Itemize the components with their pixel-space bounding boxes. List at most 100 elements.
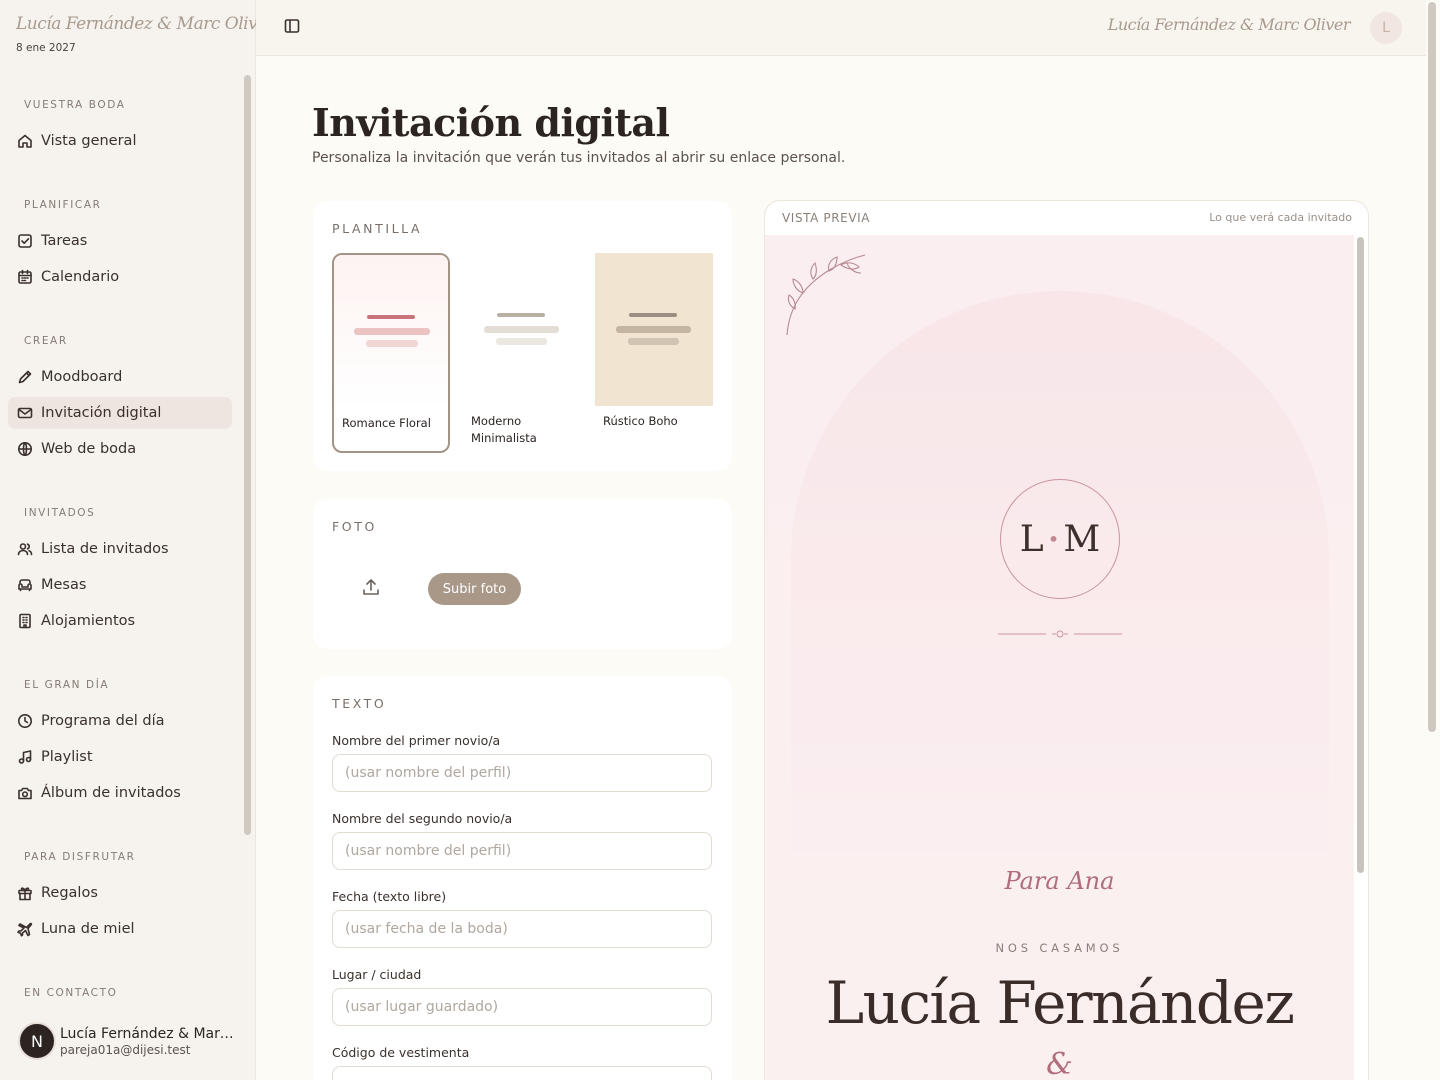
brand: Lucía Fernández & Marc Oliver 8 ene 2027	[16, 14, 275, 54]
sidebar-item-luna-de-miel[interactable]: Luna de miel	[8, 913, 232, 945]
avatar[interactable]: L	[1370, 12, 1402, 44]
sidebar-toggle-button[interactable]	[284, 18, 304, 38]
sidebar-item-web-de-boda[interactable]: Web de boda	[8, 433, 232, 465]
preview-scrollbar[interactable]	[1357, 237, 1364, 873]
sidebar-item-moodboard[interactable]: Moodboard	[8, 361, 232, 393]
page-title: Invitación digital	[312, 100, 670, 145]
template-thumbnail	[595, 253, 713, 406]
sidebar-item-programa-del-dia[interactable]: Programa del día	[8, 705, 232, 737]
sidebar-item-label: Moodboard	[41, 369, 123, 385]
topbar: Lucía Fernández & Marc Oliver L	[256, 0, 1426, 56]
pencil-icon	[17, 369, 33, 385]
brand-wedding-date: 8 ene 2027	[16, 42, 76, 54]
sidebar-item-label: Álbum de invitados	[41, 785, 181, 801]
sidebar-item-label: Luna de miel	[41, 921, 135, 937]
page-scrollbar[interactable]	[1428, 2, 1436, 732]
nav-group-title: INVITADOS	[24, 507, 96, 519]
dress-code-input[interactable]	[332, 1066, 712, 1080]
clock-icon	[17, 713, 33, 729]
card-title: FOTO	[332, 519, 377, 534]
sidebar-item-label: Regalos	[41, 885, 98, 901]
sidebar-scrollbar[interactable]	[244, 75, 251, 835]
sidebar-item-label: Calendario	[41, 269, 120, 285]
sidebar-item-label: Programa del día	[41, 713, 165, 729]
user-email: pareja01a@dijesi.test	[60, 1042, 191, 1057]
sidebar: Lucía Fernández & Marc Oliver 8 ene 2027…	[0, 0, 275, 1080]
template-card: PLANTILLA Romance Floral Moderno Minimal…	[313, 201, 732, 471]
camera-icon	[17, 785, 33, 801]
ampersand: &	[1046, 1047, 1073, 1080]
template-rustico-boho[interactable]: Rústico Boho	[595, 253, 713, 453]
nav-group-title: PLANIFICAR	[24, 199, 102, 211]
partner-one-name: Lucía Fernández	[825, 969, 1295, 1037]
sidebar-item-tareas[interactable]: Tareas	[8, 225, 232, 257]
sidebar-item-label: Alojamientos	[41, 613, 136, 629]
sidebar-item-label: Mesas	[41, 577, 87, 593]
user-profile[interactable]: N Lucía Fernández & Marc Oliver pareja01…	[18, 1022, 240, 1060]
monogram-right-initial: M	[1063, 518, 1101, 560]
template-moderno-minimalista[interactable]: Moderno Minimalista	[463, 253, 581, 453]
second-partner-name-input[interactable]	[332, 832, 712, 870]
user-name: Lucía Fernández & Marc Oliver	[60, 1025, 240, 1042]
globe-icon	[17, 441, 33, 457]
sidebar-item-invitacion-digital[interactable]: Invitación digital	[8, 397, 232, 429]
photo-card: FOTO Subir foto	[313, 499, 732, 649]
sidebar-item-label: Lista de invitados	[41, 541, 169, 557]
upload-photo-button[interactable]: Subir foto	[428, 573, 521, 605]
location-input[interactable]	[332, 988, 712, 1026]
invitation-preview: VISTA PREVIA Lo que verá cada invitado L…	[764, 200, 1369, 1080]
field-label: Lugar / ciudad	[332, 967, 422, 982]
home-icon	[17, 133, 33, 149]
nav-group-title: CREAR	[24, 335, 68, 347]
field-label: Código de vestimenta	[332, 1045, 470, 1060]
plane-icon	[17, 921, 33, 937]
checkbox-icon	[17, 233, 33, 249]
sidebar-item-calendario[interactable]: Calendario	[8, 261, 232, 293]
floral-branch-icon	[781, 249, 871, 339]
panel-left-icon	[284, 19, 300, 38]
card-title: PLANTILLA	[332, 221, 423, 236]
template-romance-floral[interactable]: Romance Floral	[332, 253, 450, 453]
nav-group-title: VUESTRA BODA	[24, 99, 126, 111]
template-label: Moderno Minimalista	[471, 414, 537, 445]
sofa-icon	[17, 577, 33, 593]
sidebar-nav: VUESTRA BODA Vista general PLANIFICAR Ta…	[0, 72, 240, 1012]
calendar-icon	[17, 269, 33, 285]
preview-caption: Lo que verá cada invitado	[1209, 211, 1352, 224]
date-input[interactable]	[332, 910, 712, 948]
sidebar-item-label: Tareas	[41, 233, 88, 249]
gift-icon	[17, 885, 33, 901]
monogram: L • M	[1000, 479, 1120, 599]
invitation-canvas: L • M Para Ana NOS CASAMOS Lucía Fernánd…	[765, 235, 1354, 1080]
sidebar-item-lista-de-invitados[interactable]: Lista de invitados	[8, 533, 232, 565]
guest-greeting: Para Ana	[1004, 867, 1115, 895]
template-label: Romance Floral	[342, 416, 431, 430]
music-icon	[17, 749, 33, 765]
first-partner-name-input[interactable]	[332, 754, 712, 792]
sidebar-item-label: Vista general	[41, 133, 137, 149]
dot-icon: •	[1047, 527, 1060, 551]
monogram-left-initial: L	[1019, 518, 1044, 560]
field-label: Nombre del segundo novio/a	[332, 811, 513, 826]
avatar: N	[18, 1022, 56, 1060]
sidebar-item-label: Playlist	[41, 749, 93, 765]
template-label: Rústico Boho	[603, 414, 678, 428]
page-subtitle: Personaliza la invitación que verán tus …	[312, 150, 846, 166]
sidebar-item-playlist[interactable]: Playlist	[8, 741, 232, 773]
template-thumbnail	[334, 255, 448, 408]
template-thumbnail	[463, 253, 581, 406]
nav-group-title: EN CONTACTO	[24, 987, 118, 999]
sidebar-item-mesas[interactable]: Mesas	[8, 569, 232, 601]
nav-group-title: PARA DISFRUTAR	[24, 851, 136, 863]
field-label: Nombre del primer novio/a	[332, 733, 501, 748]
upload-icon[interactable]	[361, 577, 383, 599]
sidebar-item-alojamientos[interactable]: Alojamientos	[8, 605, 232, 637]
brand-couple-name: Lucía Fernández & Marc Oliver	[16, 14, 275, 34]
sidebar-item-vista-general[interactable]: Vista general	[8, 125, 232, 157]
sidebar-item-album-de-invitados[interactable]: Álbum de invitados	[8, 777, 232, 809]
sidebar-item-regalos[interactable]: Regalos	[8, 877, 232, 909]
header-couple-name: Lucía Fernández & Marc Oliver	[1107, 15, 1351, 34]
mail-icon	[17, 405, 33, 421]
text-card: TEXTO Nombre del primer novio/a Nombre d…	[313, 676, 732, 1080]
building-icon	[17, 613, 33, 629]
